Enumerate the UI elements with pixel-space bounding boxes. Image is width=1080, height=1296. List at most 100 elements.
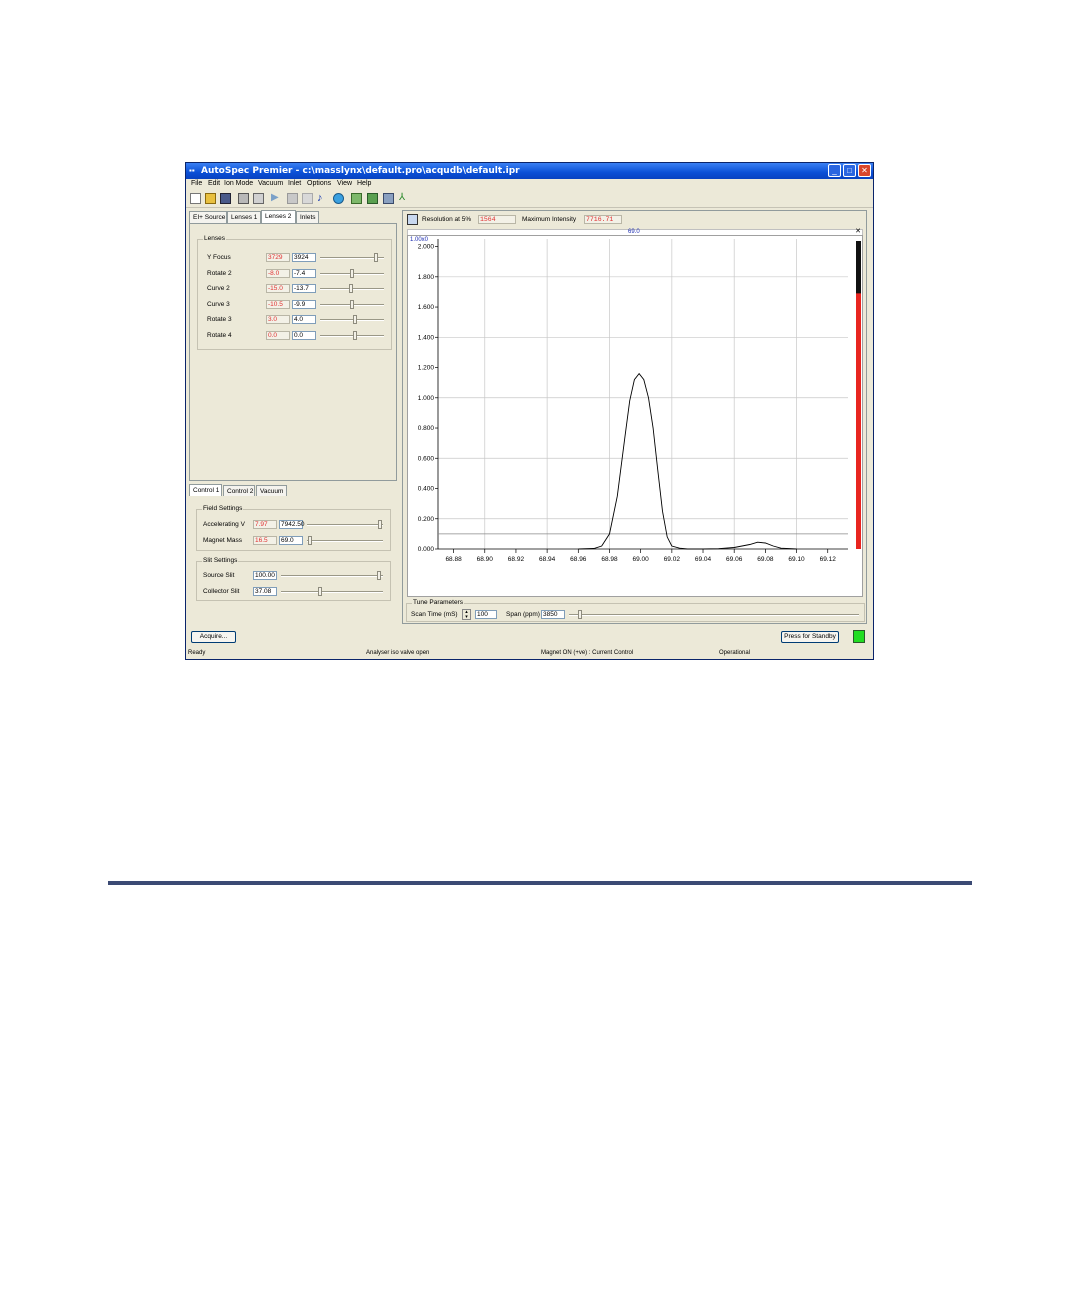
- tab-ei-source[interactable]: EI+ Source: [189, 211, 227, 223]
- y-tick-label: 0.400: [418, 486, 435, 493]
- status-ready: Ready: [188, 650, 206, 656]
- setting-slider-thumb[interactable]: [350, 268, 354, 278]
- y-tick-label: 1.400: [418, 334, 435, 341]
- maximize-button[interactable]: □: [843, 164, 856, 177]
- setting-slider-thumb[interactable]: [350, 299, 354, 309]
- y-tick-label: 1.600: [418, 304, 435, 311]
- setting-slider-thumb[interactable]: [353, 330, 357, 340]
- new-icon[interactable]: [190, 193, 201, 204]
- globe-icon[interactable]: [333, 193, 344, 204]
- save-icon[interactable]: [220, 193, 231, 204]
- print-icon[interactable]: [238, 193, 249, 204]
- open-icon[interactable]: [205, 193, 216, 204]
- setting-slider[interactable]: [320, 284, 384, 293]
- x-tick-label: 69.04: [695, 556, 712, 563]
- status-bar: Ready Analyser iso valve open Magnet ON …: [186, 649, 873, 659]
- setting-slider[interactable]: [307, 520, 383, 529]
- x-tick-label: 69.08: [757, 556, 774, 563]
- menu-ion-mode[interactable]: Ion Mode: [224, 180, 253, 187]
- peak-icon[interactable]: ⅄: [399, 193, 410, 204]
- tab-inlets[interactable]: Inlets: [296, 211, 319, 223]
- menu-inlet[interactable]: Inlet: [288, 180, 301, 187]
- x-tick-label: 69.00: [633, 556, 650, 563]
- scan-time-spinner-icon[interactable]: ▴ ▾: [462, 609, 471, 620]
- menu-vacuum[interactable]: Vacuum: [258, 180, 283, 187]
- setting-slider[interactable]: [320, 253, 384, 262]
- setting-slider[interactable]: [320, 330, 384, 340]
- menu-bar: File Edit Ion Mode Vacuum Inlet Options …: [186, 179, 873, 190]
- tab-lenses-1[interactable]: Lenses 1: [227, 211, 261, 223]
- scan-time-field[interactable]: 100: [475, 610, 497, 619]
- setpoint-field[interactable]: -9.9: [292, 299, 316, 309]
- span-slider[interactable]: [569, 610, 859, 619]
- setpoint-field[interactable]: -13.7: [292, 284, 316, 293]
- peak-trace-line: [578, 372, 797, 550]
- x-tick-label: 68.94: [539, 556, 556, 563]
- readback-value: -10.5: [266, 299, 290, 309]
- setting-slider[interactable]: [281, 587, 383, 596]
- setting-slider[interactable]: [307, 536, 383, 545]
- setting-slider-thumb[interactable]: [318, 587, 322, 596]
- y-tick-label: 2.000: [418, 244, 435, 251]
- standby-button[interactable]: Press for Standby: [781, 631, 839, 643]
- x-tick-label: 69.02: [664, 556, 681, 563]
- x-tick-label: 69.10: [788, 556, 805, 563]
- setting-slider-thumb[interactable]: [377, 571, 381, 580]
- setting-slider-thumb[interactable]: [349, 284, 353, 293]
- calibrate-icon[interactable]: [383, 193, 394, 204]
- setting-label: Curve 3: [207, 300, 230, 308]
- close-button[interactable]: ✕: [858, 164, 871, 177]
- play-icon[interactable]: ▶: [271, 193, 282, 204]
- lenses-group: Lenses Y Focus 3729 3924 Rotate 2 -8.0 -7.4 Cu…: [197, 235, 392, 350]
- setting-slider-thumb[interactable]: [353, 315, 357, 324]
- setpoint-field[interactable]: 0.0: [292, 330, 316, 340]
- status-indicator-light: [853, 630, 865, 643]
- y-tick-label: 0.200: [418, 516, 435, 523]
- menu-help[interactable]: Help: [357, 180, 371, 187]
- note-icon[interactable]: ♪: [317, 193, 328, 204]
- readback-value: -15.0: [266, 284, 290, 293]
- peak-display-icon[interactable]: [407, 214, 418, 225]
- setpoint-field[interactable]: 37.08: [253, 587, 277, 596]
- stop-icon[interactable]: [287, 193, 298, 204]
- setpoint-field[interactable]: 4.0: [292, 315, 316, 324]
- x-tick-label: 69.06: [726, 556, 743, 563]
- tune-parameters-title: Tune Parameters: [412, 599, 464, 606]
- tune-icon[interactable]: [351, 193, 362, 204]
- setpoint-field[interactable]: 69.0: [279, 536, 303, 545]
- title-bar[interactable]: ▪▪ AutoSpec Premier - c:\masslynx\defaul…: [186, 163, 873, 179]
- field-settings-title: Field Settings: [202, 505, 244, 512]
- print-preview-icon[interactable]: [253, 193, 264, 204]
- setting-slider-thumb[interactable]: [308, 536, 312, 545]
- span-field[interactable]: 3850: [541, 610, 565, 619]
- span-slider-thumb[interactable]: [578, 610, 582, 619]
- minimize-button[interactable]: _: [828, 164, 841, 177]
- peak-info-bar: Resolution at 5% 1564 Maximum Intensity …: [405, 213, 864, 227]
- setting-label: Curve 2: [207, 285, 230, 292]
- y-tick-label: 1.200: [418, 365, 435, 372]
- setpoint-field[interactable]: 7942.50: [279, 520, 305, 529]
- pause-icon[interactable]: [302, 193, 313, 204]
- setting-slider-thumb[interactable]: [374, 253, 378, 262]
- intensity-bar-fill: [856, 293, 861, 549]
- menu-edit[interactable]: Edit: [208, 180, 220, 187]
- monitor-icon[interactable]: [367, 193, 378, 204]
- x-tick-label: 68.98: [601, 556, 618, 563]
- setting-slider[interactable]: [281, 571, 383, 580]
- setting-slider[interactable]: [320, 299, 384, 309]
- acquire-button[interactable]: Acquire...: [191, 631, 236, 643]
- close-trace-icon[interactable]: ✕: [855, 228, 861, 235]
- setting-slider[interactable]: [320, 268, 384, 278]
- setpoint-field[interactable]: -7.4: [292, 268, 316, 278]
- tab-lenses-2[interactable]: Lenses 2: [261, 210, 296, 223]
- menu-view[interactable]: View: [337, 180, 352, 187]
- setpoint-field[interactable]: 3924: [292, 253, 316, 262]
- setting-slider[interactable]: [320, 315, 384, 324]
- menu-options[interactable]: Options: [307, 180, 331, 187]
- toolbar: ▶ ♪ ⅄: [186, 191, 873, 208]
- max-intensity-label: Maximum Intensity: [522, 216, 577, 223]
- x-tick-label: 68.88: [445, 556, 462, 563]
- menu-file[interactable]: File: [191, 180, 202, 187]
- setpoint-field[interactable]: 100.00: [253, 571, 277, 580]
- setting-slider-thumb[interactable]: [378, 520, 382, 529]
